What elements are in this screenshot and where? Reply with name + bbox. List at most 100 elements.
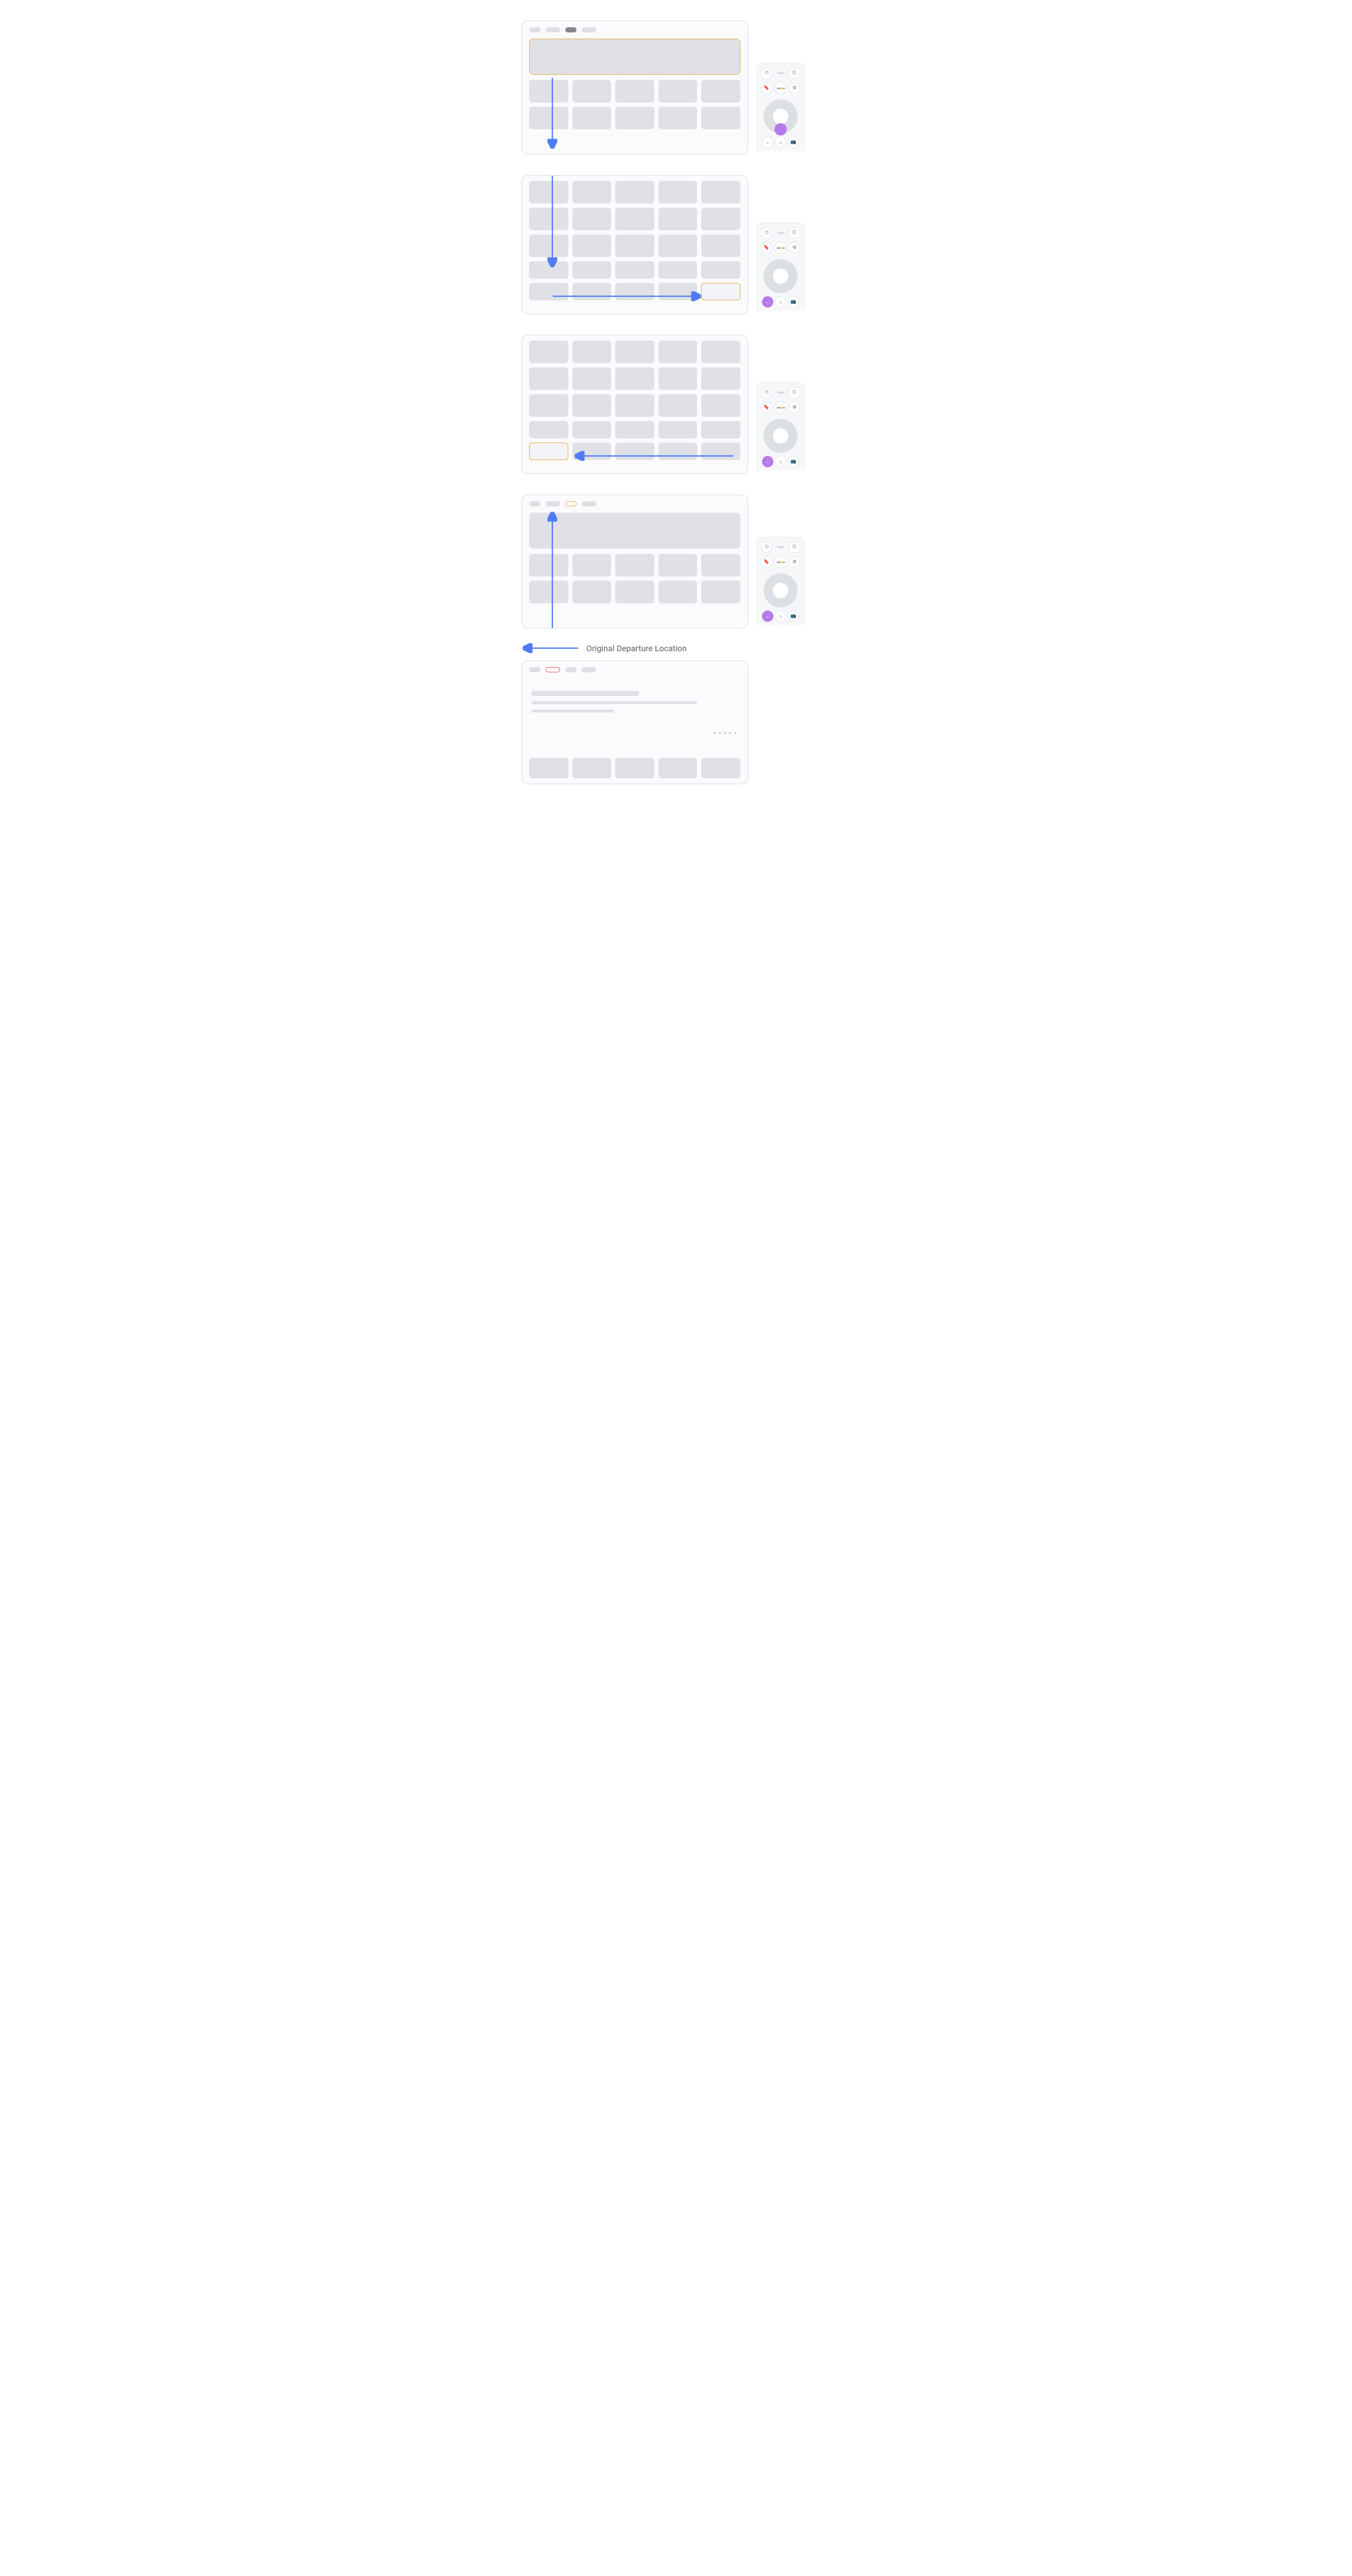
settings-button[interactable]: ⚙ — [789, 242, 800, 253]
dpad[interactable] — [764, 419, 798, 453]
grid-cell[interactable] — [529, 234, 568, 257]
tv-button[interactable]: 📺 — [788, 137, 799, 148]
grid-cell[interactable] — [658, 181, 698, 204]
settings-button[interactable]: ⚙ — [789, 556, 800, 568]
grid-cell[interactable] — [701, 758, 740, 778]
back-button-highlight[interactable]: ← — [762, 296, 773, 308]
grid-cell[interactable] — [701, 554, 740, 577]
grid-cell[interactable] — [572, 261, 612, 279]
grid-cell[interactable] — [615, 758, 654, 778]
grid-cell[interactable] — [572, 394, 612, 417]
assistant-button[interactable] — [774, 82, 787, 94]
grid-cell[interactable] — [701, 208, 740, 230]
grid-cell[interactable] — [572, 107, 612, 129]
grid-cell[interactable] — [615, 394, 654, 417]
grid-cell[interactable] — [529, 554, 568, 577]
power-button[interactable]: ⏻ — [761, 541, 772, 553]
grid-cell[interactable] — [572, 421, 612, 438]
power-button[interactable]: ⏻ — [761, 227, 772, 239]
grid-cell[interactable] — [615, 341, 654, 363]
grid-cell[interactable] — [658, 208, 698, 230]
grid-cell[interactable] — [529, 581, 568, 603]
grid-cell[interactable] — [701, 394, 740, 417]
grid-cell[interactable] — [701, 581, 740, 603]
dpad[interactable] — [764, 573, 798, 607]
grid-cell[interactable] — [658, 283, 698, 300]
grid-cell[interactable] — [615, 283, 654, 300]
grid-cell[interactable] — [658, 341, 698, 363]
grid-cell[interactable] — [529, 208, 568, 230]
tab[interactable] — [582, 27, 596, 32]
dpad-select[interactable] — [773, 109, 788, 124]
assistant-button[interactable] — [774, 556, 787, 568]
grid-cell[interactable] — [701, 261, 740, 279]
settings-button[interactable]: ⚙ — [789, 82, 800, 94]
grid-cell[interactable] — [529, 261, 568, 279]
assistant-button[interactable] — [774, 242, 787, 254]
grid-cell[interactable] — [615, 261, 654, 279]
bookmark-button[interactable]: 🔖 — [761, 82, 772, 94]
grid-cell[interactable] — [615, 421, 654, 438]
grid-cell[interactable] — [615, 234, 654, 257]
grid-cell-focused[interactable] — [529, 443, 568, 460]
grid-cell[interactable] — [701, 107, 740, 129]
back-button-highlight[interactable]: ← — [762, 611, 773, 622]
tab[interactable] — [529, 27, 540, 32]
grid-cell[interactable] — [701, 421, 740, 438]
grid-cell[interactable] — [529, 341, 568, 363]
tab[interactable] — [529, 501, 540, 506]
tv-button[interactable]: 📺 — [788, 456, 799, 467]
settings-button[interactable]: ⚙ — [789, 402, 800, 413]
grid-cell[interactable] — [529, 394, 568, 417]
bookmark-button[interactable]: 🔖 — [761, 556, 772, 568]
tab[interactable] — [529, 667, 540, 672]
dpad-select[interactable] — [773, 268, 788, 284]
grid-cell[interactable] — [572, 208, 612, 230]
grid-cell[interactable] — [529, 181, 568, 204]
grid-cell[interactable] — [701, 341, 740, 363]
tab-focused-error[interactable] — [546, 667, 560, 672]
grid-cell[interactable] — [658, 261, 698, 279]
grid-cell[interactable] — [701, 181, 740, 204]
grid-cell[interactable] — [572, 443, 612, 460]
grid-cell[interactable] — [658, 554, 698, 577]
dpad-down-highlight[interactable] — [774, 123, 787, 135]
input-button[interactable]: ⎘ — [789, 67, 800, 79]
grid-cell[interactable] — [615, 554, 654, 577]
grid-cell[interactable] — [572, 581, 612, 603]
grid-cell[interactable] — [572, 758, 612, 778]
tab[interactable] — [565, 667, 577, 672]
back-button-highlight[interactable]: ← — [762, 456, 773, 467]
grid-cell[interactable] — [529, 367, 568, 390]
input-button[interactable]: ⎘ — [789, 227, 800, 239]
bookmark-button[interactable]: 🔖 — [761, 242, 772, 253]
grid-cell[interactable] — [658, 80, 698, 103]
back-button[interactable]: ← — [762, 137, 773, 148]
grid-cell-focused[interactable] — [701, 283, 740, 300]
grid-cell[interactable] — [529, 758, 568, 778]
assistant-button[interactable] — [774, 401, 787, 414]
hero[interactable] — [529, 513, 740, 549]
tv-button[interactable]: 📺 — [788, 611, 799, 622]
grid-cell[interactable] — [615, 443, 654, 460]
grid-cell[interactable] — [572, 341, 612, 363]
grid-cell[interactable] — [615, 181, 654, 204]
grid-cell[interactable] — [615, 208, 654, 230]
tab[interactable] — [546, 501, 560, 506]
grid-cell[interactable] — [572, 80, 612, 103]
dpad[interactable] — [764, 259, 798, 293]
grid-cell[interactable] — [572, 367, 612, 390]
home-button[interactable]: ⌂ — [775, 456, 786, 467]
grid-cell[interactable] — [572, 234, 612, 257]
grid-cell[interactable] — [529, 421, 568, 438]
power-button[interactable]: ⏻ — [761, 67, 772, 79]
grid-cell[interactable] — [658, 367, 698, 390]
grid-cell[interactable] — [658, 758, 698, 778]
grid-cell[interactable] — [701, 234, 740, 257]
input-button[interactable]: ⎘ — [789, 387, 800, 398]
grid-cell[interactable] — [658, 394, 698, 417]
grid-cell[interactable] — [701, 80, 740, 103]
grid-cell[interactable] — [701, 443, 740, 460]
home-button[interactable]: ⌂ — [775, 611, 786, 622]
grid-cell[interactable] — [615, 581, 654, 603]
